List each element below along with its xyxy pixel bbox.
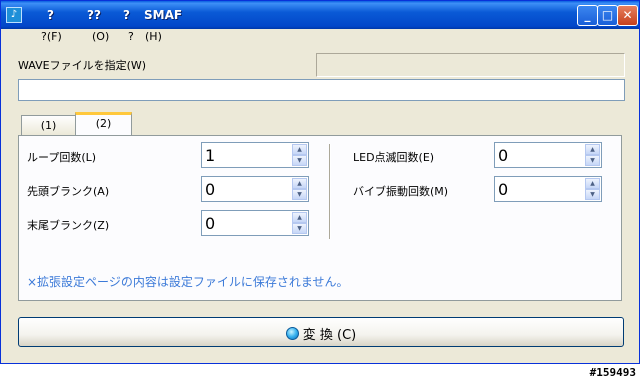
tail-blank-label: 末尾ブランク(Z) (27, 219, 110, 232)
status-box (316, 53, 625, 77)
tail-blank-spinner[interactable]: 0 ▲ ▼ (201, 210, 309, 236)
app-icon: ♪ (6, 7, 22, 23)
title-part-1: ? (47, 8, 54, 22)
spin-up-icon[interactable]: ▲ (585, 178, 600, 189)
head-blank-value[interactable]: 0 (205, 180, 215, 199)
wave-file-input[interactable] (18, 79, 625, 101)
wave-file-label: WAVEファイルを指定(W) (18, 59, 147, 72)
loop-count-spinner[interactable]: 1 ▲ ▼ (201, 142, 309, 168)
spin-down-icon[interactable]: ▼ (585, 189, 600, 200)
orb-icon (285, 327, 299, 340)
loop-count-label: ループ回数(L) (27, 151, 97, 164)
title-part-2: ?? (87, 8, 101, 22)
menu-file[interactable]: ?(F) (41, 30, 62, 43)
tab-1[interactable]: (1) (21, 115, 76, 135)
close-button[interactable]: ✕ (617, 5, 638, 26)
spin-down-icon[interactable]: ▼ (292, 155, 307, 166)
title-bar[interactable]: ♪ ? ?? ? SMAF _ □ ✕ (1, 1, 639, 29)
head-blank-spinner[interactable]: 0 ▲ ▼ (201, 176, 309, 202)
led-blink-spinner[interactable]: 0 ▲ ▼ (494, 142, 602, 168)
menu-bar: ?(F) (O) ? (H) (1, 29, 639, 45)
title-part-4: SMAF (144, 8, 183, 22)
menu-help[interactable]: (H) (145, 30, 162, 43)
minimize-icon: _ (584, 8, 591, 22)
spin-up-icon[interactable]: ▲ (292, 178, 307, 189)
led-blink-label: LED点滅回数(E) (353, 151, 435, 164)
maximize-icon: □ (601, 8, 614, 22)
menu-options[interactable]: (O) (92, 30, 109, 43)
spin-up-icon[interactable]: ▲ (292, 144, 307, 155)
spin-down-icon[interactable]: ▼ (585, 155, 600, 166)
spin-down-icon[interactable]: ▼ (292, 223, 307, 234)
settings-note: ×拡張設定ページの内容は設定ファイルに保存されません。 (27, 275, 349, 289)
led-blink-value[interactable]: 0 (498, 146, 508, 165)
tab-2[interactable]: (2) (75, 112, 132, 135)
menu-unknown[interactable]: ? (128, 30, 134, 43)
head-blank-label: 先頭ブランク(A) (27, 185, 110, 198)
convert-button-label: 変 換 (C) (302, 328, 357, 343)
spin-down-icon[interactable]: ▼ (292, 189, 307, 200)
tail-blank-value[interactable]: 0 (205, 214, 215, 233)
title-part-3: ? (123, 8, 130, 22)
vibration-count-label: バイブ振動回数(M) (353, 185, 449, 198)
close-icon: ✕ (622, 8, 633, 22)
minimize-button[interactable]: _ (577, 5, 598, 26)
maximize-button[interactable]: □ (597, 5, 618, 26)
convert-button[interactable]: 変 換 (C) (18, 317, 624, 347)
watermark-id: #159493 (589, 366, 636, 379)
vibration-count-spinner[interactable]: 0 ▲ ▼ (494, 176, 602, 202)
spin-up-icon[interactable]: ▲ (585, 144, 600, 155)
vertical-divider (329, 144, 331, 239)
vibration-count-value[interactable]: 0 (498, 180, 508, 199)
spin-up-icon[interactable]: ▲ (292, 212, 307, 223)
app-window: ♪ ? ?? ? SMAF _ □ ✕ ?(F) (O) ? (H) WAVEフ… (0, 0, 640, 364)
loop-count-value[interactable]: 1 (205, 146, 215, 165)
